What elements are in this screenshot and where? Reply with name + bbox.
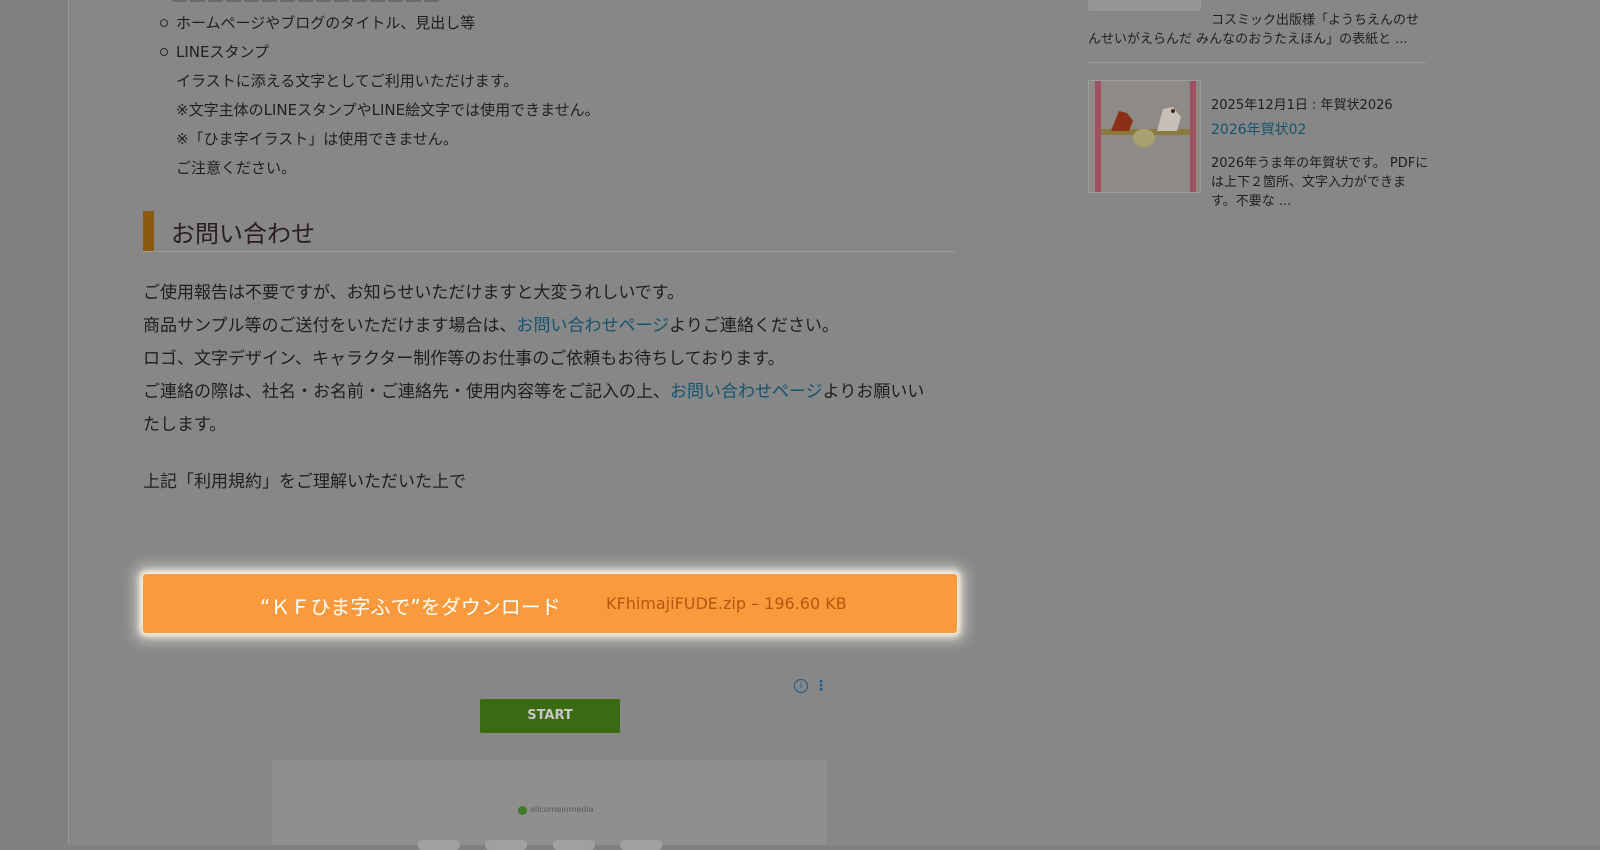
sidebar-post-thumbnail[interactable] (1088, 0, 1201, 11)
download-file-info: KFhimajiFUDE.zip – 196.60 KB (606, 594, 847, 613)
list-bullet-icon (160, 48, 168, 56)
ad-logo-icon (518, 806, 527, 815)
list-bullet-icon (160, 19, 168, 27)
contact-paragraph: ロゴ、文字デザイン、キャラクター制作等のお仕事のご依頼もお待ちしております。 (143, 349, 785, 369)
contact-paragraph: 商品サンプル等のご送付をいただけます場合は、お問い合わせページよりご連絡ください… (143, 311, 839, 336)
list-item-note: ※「ひま字イラスト」は使用できません。 (176, 130, 458, 148)
paragraph-text: 商品サンプル等のご送付をいただけます場合は、 (143, 316, 517, 336)
sidebar-post-excerpt: す。不要な ... (1211, 194, 1292, 209)
terms-note: 上記「利用規約」をご理解いただいた上で (143, 472, 466, 492)
heading-divider (143, 251, 956, 252)
new-year-card-thumbnail-icon (1095, 81, 1196, 192)
sidebar-post-meta: 2025年12月1日 : 年賀状2026 (1211, 98, 1393, 113)
sidebar-post-excerpt: んせいがえらんだ みんなのおうたえほん」の表紙と ... (1088, 32, 1408, 47)
ad-chip[interactable] (553, 840, 595, 850)
download-button[interactable]: “ＫＦひま字ふで”をダウンロード KFhimajiFUDE.zip – 196.… (143, 574, 957, 633)
sidebar-post-excerpt: は上下２箇所、文字入力ができま (1211, 175, 1407, 190)
heading-accent-bar (143, 211, 154, 251)
contact-page-link[interactable]: お問い合わせページ (517, 316, 670, 336)
sidebar-post-excerpt: 2026年うま年の年賀状です。 PDFに (1211, 156, 1429, 171)
list-item: LINEスタンプ (176, 43, 270, 61)
download-button-label: “ＫＦひま字ふで”をダウンロード (260, 595, 561, 619)
contact-page-link[interactable]: お問い合わせページ (670, 382, 823, 402)
sidebar-post-excerpt: コスミック出版様「ようちえんのせ (1211, 13, 1420, 28)
ad-chip[interactable] (620, 840, 662, 850)
sidebar-divider (1088, 62, 1426, 63)
list-item-note: イラストに添える文字としてご利用いただけます。 (176, 72, 519, 90)
ad-logo-text: allcomeinmedia (530, 805, 594, 814)
list-item-note: ご注意ください。 (176, 159, 297, 177)
list-item-cut-off (172, 0, 442, 2)
sidebar-post-title-link[interactable]: 2026年賀状02 (1211, 119, 1306, 139)
contact-paragraph: ご連絡の際は、社名・お名前・ご連絡先・使用内容等をご記入の上、お問い合わせページ… (143, 377, 924, 402)
sidebar-post-thumbnail[interactable] (1088, 80, 1201, 193)
ad-start-button[interactable]: START (480, 699, 620, 733)
paragraph-text: よりご連絡ください。 (669, 316, 839, 336)
paragraph-text: ご連絡の際は、社名・お名前・ご連絡先・使用内容等をご記入の上、 (143, 382, 670, 402)
section-heading: お問い合わせ (171, 220, 315, 248)
paragraph-text: よりお願いい (822, 382, 925, 402)
list-item-note: ※文字主体のLINEスタンプやLINE絵文字では使用できません。 (176, 101, 600, 119)
ad-chip[interactable] (418, 840, 460, 850)
list-item: ホームページやブログのタイトル、見出し等 (176, 14, 476, 32)
ad-preview-image[interactable] (272, 760, 827, 845)
paragraph-continuation: たします。 (143, 415, 227, 435)
ad-more-options-icon[interactable]: ⋮ (814, 678, 828, 694)
ad-info-icon[interactable]: i (794, 679, 808, 693)
contact-paragraph: ご使用報告は不要ですが、お知らせいただけますと大変うれしいです。 (143, 283, 685, 303)
ad-chip[interactable] (485, 840, 527, 850)
